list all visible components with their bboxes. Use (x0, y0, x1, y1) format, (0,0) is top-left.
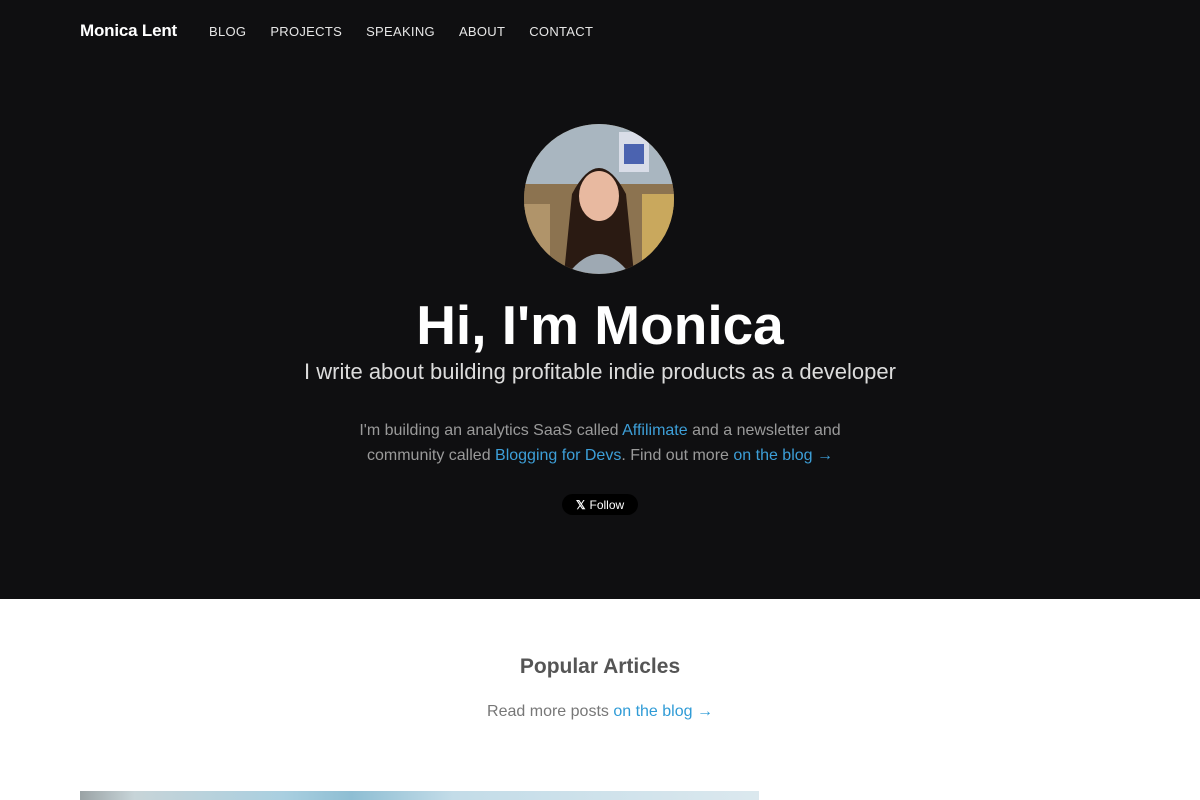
profile-avatar (524, 124, 674, 274)
popular-articles-section: Popular Articles Read more posts on the … (0, 599, 1200, 800)
on-the-blog-link[interactable]: on the blog → (733, 447, 833, 464)
read-more-blog-link[interactable]: on the blog → (613, 703, 713, 720)
nav-link-blog[interactable]: BLOG (209, 24, 246, 39)
nav-link-about[interactable]: ABOUT (459, 24, 505, 39)
read-more-text: Read more posts on the blog → (0, 703, 1200, 721)
follow-label: Follow (589, 497, 625, 512)
affilimate-link[interactable]: Affilimate (622, 422, 688, 439)
nav-links: BLOG PROJECTS SPEAKING ABOUT CONTACT (197, 24, 605, 39)
hero-section: Monica Lent BLOG PROJECTS SPEAKING ABOUT… (0, 0, 1200, 599)
x-logo-icon: 𝕏 (575, 497, 586, 512)
hero-title: Hi, I'm Monica (416, 294, 784, 356)
read-more-label: Read more posts (487, 703, 614, 720)
brand-link[interactable]: Monica Lent (80, 21, 177, 41)
desc-text-1: I'm building an analytics SaaS called (359, 422, 623, 439)
nav-link-contact[interactable]: CONTACT (529, 24, 593, 39)
blogging-for-devs-link[interactable]: Blogging for Devs (495, 447, 621, 464)
popular-articles-title: Popular Articles (519, 655, 681, 678)
avatar-illustration (524, 124, 674, 274)
twitter-follow-button[interactable]: 𝕏 Follow (562, 494, 638, 515)
top-nav: Monica Lent BLOG PROJECTS SPEAKING ABOUT… (80, 0, 605, 62)
article-thumbnail[interactable] (80, 791, 759, 800)
hero-description: I'm building an analytics SaaS called Af… (340, 418, 860, 468)
hero-subtitle: I write about building profitable indie … (304, 359, 896, 384)
nav-link-speaking[interactable]: SPEAKING (366, 24, 435, 39)
desc-text-3: . Find out more (621, 447, 734, 464)
nav-link-projects[interactable]: PROJECTS (270, 24, 342, 39)
